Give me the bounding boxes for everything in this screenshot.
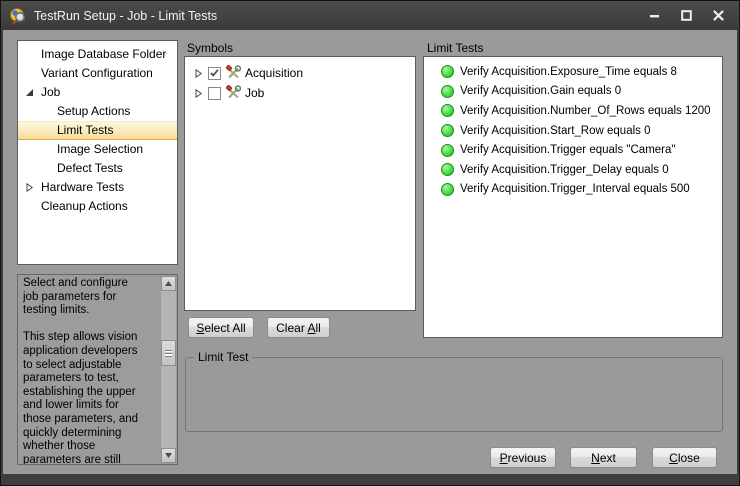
symbol-item-acquisition[interactable]: Acquisition	[185, 63, 415, 83]
select-all-button[interactable]: Select All	[188, 317, 254, 338]
status-green-icon	[441, 85, 454, 98]
arrow-up-icon	[165, 281, 172, 286]
wizard-step-tree: Image Database Folder Variant Configurat…	[17, 40, 178, 265]
symbols-label: Symbols	[187, 41, 233, 55]
acquisition-checkbox[interactable]	[208, 67, 221, 80]
window-title: TestRun Setup - Job - Limit Tests	[34, 9, 217, 23]
limit-test-groupbox: Limit Test	[185, 357, 723, 432]
app-icon	[9, 7, 27, 25]
nav-item-setup-actions[interactable]: Setup Actions	[18, 102, 177, 121]
limit-test-item[interactable]: Verify Acquisition.Exposure_Time equals …	[424, 62, 722, 82]
thumb-grip-icon	[165, 350, 172, 357]
maximize-button[interactable]	[678, 7, 695, 24]
previous-button[interactable]: Previous	[490, 447, 556, 468]
limit-test-group-label: Limit Test	[194, 350, 252, 364]
symbols-tree: Acquisition Job	[184, 56, 416, 311]
dialog-client-area: Image Database Folder Variant Configurat…	[3, 30, 737, 474]
expander-collapsed-icon[interactable]	[194, 69, 203, 78]
step-description-box: Select and configure job parameters for …	[17, 274, 178, 465]
limit-test-item[interactable]: Verify Acquisition.Start_Row equals 0	[424, 121, 722, 141]
symbol-item-job[interactable]: Job	[185, 83, 415, 103]
nav-item-image-selection[interactable]: Image Selection	[18, 140, 177, 159]
tools-icon	[225, 65, 241, 81]
expander-collapsed-icon[interactable]	[194, 89, 203, 98]
next-button[interactable]: Next	[570, 447, 637, 468]
nav-item-variant-configuration[interactable]: Variant Configuration	[18, 64, 177, 83]
close-icon	[713, 10, 724, 21]
nav-item-limit-tests[interactable]: Limit Tests	[18, 121, 177, 140]
scroll-down-button[interactable]	[161, 448, 176, 463]
scrollbar-thumb[interactable]	[161, 340, 176, 366]
limit-test-item[interactable]: Verify Acquisition.Number_Of_Rows equals…	[424, 101, 722, 121]
close-button-footer[interactable]: Close	[652, 447, 717, 468]
arrow-down-icon	[165, 453, 172, 458]
expander-collapsed-icon[interactable]	[25, 183, 34, 192]
close-button[interactable]	[710, 7, 727, 24]
description-scrollbar[interactable]	[161, 276, 176, 463]
clear-all-button[interactable]: Clear All	[267, 317, 330, 338]
limit-test-item[interactable]: Verify Acquisition.Gain equals 0	[424, 82, 722, 102]
status-green-icon	[441, 183, 454, 196]
step-description-text: Select and configure job parameters for …	[23, 277, 157, 464]
nav-item-job[interactable]: Job	[18, 83, 177, 102]
job-checkbox[interactable]	[208, 87, 221, 100]
status-green-icon	[441, 144, 454, 157]
limit-tests-label: Limit Tests	[427, 41, 483, 55]
limit-test-item[interactable]: Verify Acquisition.Trigger_Delay equals …	[424, 160, 722, 180]
status-green-icon	[441, 163, 454, 176]
title-bar[interactable]: TestRun Setup - Job - Limit Tests	[1, 1, 739, 30]
status-green-icon	[441, 104, 454, 117]
nav-item-cleanup-actions[interactable]: Cleanup Actions	[18, 197, 177, 216]
status-green-icon	[441, 65, 454, 78]
minimize-button[interactable]	[646, 7, 663, 24]
nav-item-defect-tests[interactable]: Defect Tests	[18, 159, 177, 178]
limit-test-item[interactable]: Verify Acquisition.Trigger equals "Camer…	[424, 140, 722, 160]
status-green-icon	[441, 124, 454, 137]
testrun-setup-dialog: TestRun Setup - Job - Limit Tests Image …	[0, 0, 740, 486]
nav-item-hardware-tests[interactable]: Hardware Tests	[18, 178, 177, 197]
nav-item-image-database-folder[interactable]: Image Database Folder	[18, 45, 177, 64]
limit-test-item[interactable]: Verify Acquisition.Trigger_Interval equa…	[424, 180, 722, 200]
maximize-icon	[681, 10, 692, 21]
minimize-icon	[649, 10, 660, 21]
expander-expanded-icon[interactable]	[25, 88, 34, 97]
limit-tests-list: Verify Acquisition.Exposure_Time equals …	[423, 56, 723, 338]
tools-icon	[225, 85, 241, 101]
checkmark-icon	[210, 69, 219, 77]
scroll-up-button[interactable]	[161, 276, 176, 291]
